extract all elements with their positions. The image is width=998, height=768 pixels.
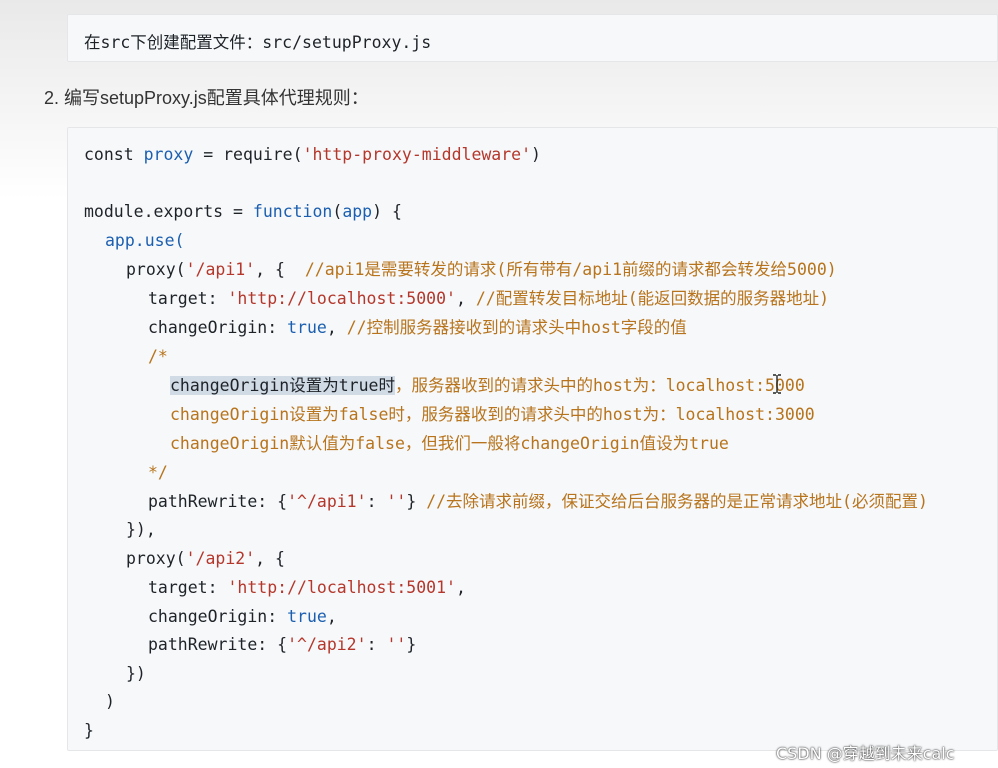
code-line: /* [148,347,168,366]
code-line: target: 'http://localhost:5001', [148,578,466,597]
code-line: target: 'http://localhost:5000', //配置转发目… [148,289,830,308]
code-block-step1: 在src下创建配置文件：src/setupProxy.js [67,14,998,62]
code-block-setup-proxy: const proxy = require('http-proxy-middle… [67,127,998,751]
code-line: module.exports = function(app) { [84,202,402,221]
step-heading: 2. 编写setupProxy.js配置具体代理规则： [44,88,369,108]
code-line: pathRewrite: {'^/api2': ''} [148,635,417,654]
code-line: 在src下创建配置文件：src/setupProxy.js [84,33,432,52]
code-line: changeOrigin设置为true时，服务器收到的请求头中的host为：lo… [170,376,805,395]
text-cursor-icon [772,374,782,394]
watermark: CSDN @穿越到未来calc [776,744,955,763]
code-line: pathRewrite: {'^/api1': ''} //去除请求前缀，保证交… [148,492,928,511]
code-line: proxy('/api1', { //api1是需要转发的请求(所有带有/api… [126,260,837,279]
code-line: }) [126,664,146,683]
code-line: } [84,721,94,740]
code-line: */ [148,463,168,482]
code-line: }), [126,520,156,539]
code-line: changeOrigin默认值为false，但我们一般将changeOrigin… [170,434,729,453]
code-line: const proxy = require('http-proxy-middle… [84,145,541,164]
code-line: app.use( [105,231,185,250]
code-line: changeOrigin设置为false时，服务器收到的请求头中的host为：l… [170,405,815,424]
code-line: changeOrigin: true, //控制服务器接收到的请求头中host字… [148,318,687,337]
code-line: proxy('/api2', { [126,549,285,568]
selected-text: changeOrigin设置为true时 [170,376,395,395]
code-line: changeOrigin: true, [148,607,337,626]
code-line: ) [105,692,115,711]
